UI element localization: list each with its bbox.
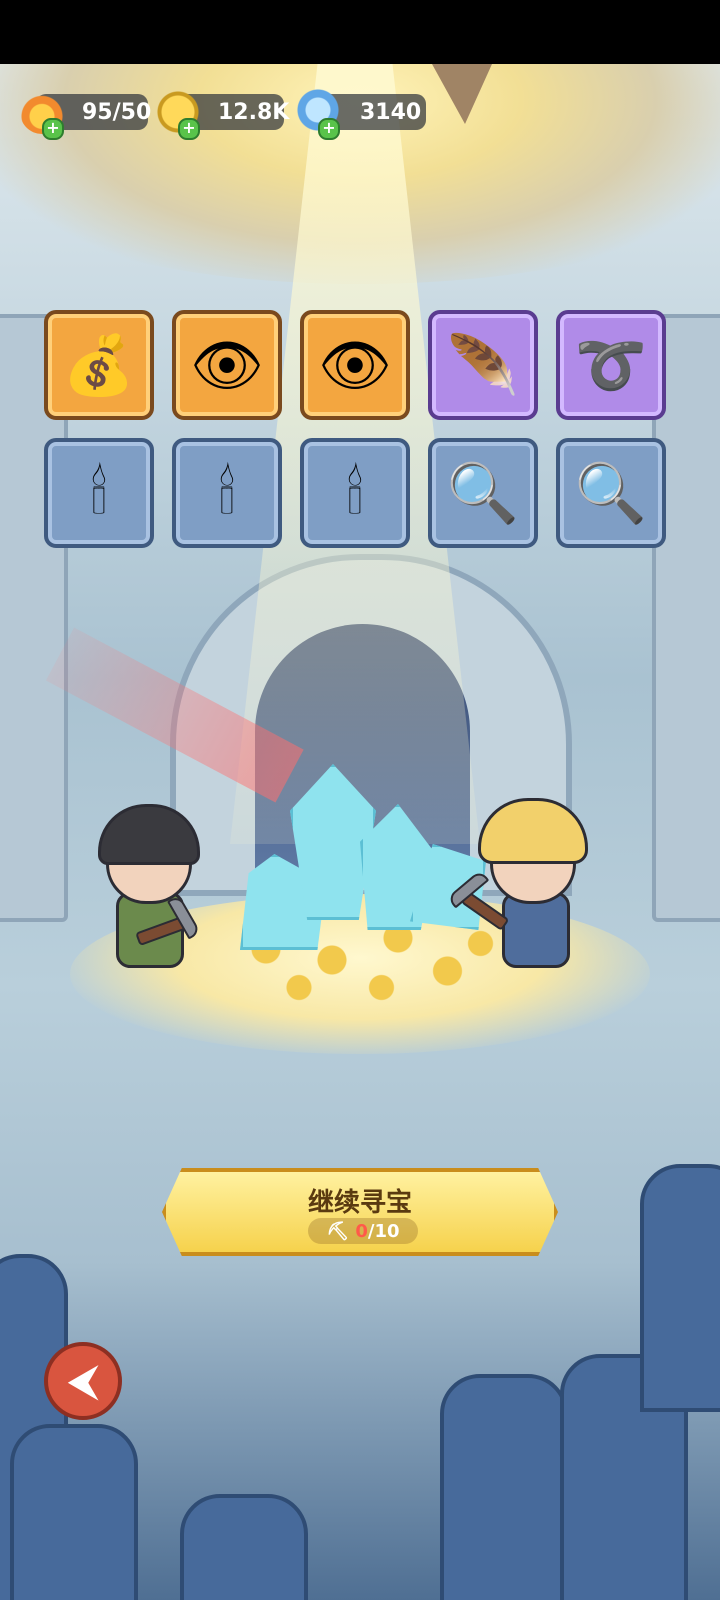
reward-item-slot[interactable]: 💰: [44, 310, 154, 420]
gem-value: 3140: [360, 99, 422, 125]
rock: [640, 1164, 720, 1412]
continue-button-label: 继续寻宝: [307, 1188, 412, 1218]
reward-item-slot[interactable]: 🔍: [428, 438, 538, 548]
eye-tome-icon: 👁: [318, 330, 392, 399]
reward-item-slot[interactable]: 🕯: [172, 438, 282, 548]
energy-value: 95/50: [82, 99, 152, 125]
back-button[interactable]: ⮜: [44, 1342, 122, 1420]
pickaxe-icon: ⛏: [326, 1220, 350, 1242]
continue-treasure-hunt-button[interactable]: 继续寻宝 ⛏ 0 /10: [162, 1168, 558, 1256]
candle-icon: 🕯: [218, 458, 236, 527]
add-energy-icon[interactable]: +: [42, 118, 64, 140]
rock: [10, 1424, 138, 1600]
reward-item-slot[interactable]: 🕯: [44, 438, 154, 548]
miner-character-right: [446, 798, 600, 984]
candle-icon: 🕯: [346, 458, 364, 527]
treasure-chest-icon: 💰: [62, 330, 136, 399]
pickaxe-cost: ⛏ 0 /10: [308, 1218, 418, 1244]
reward-item-slot[interactable]: 🔍: [556, 438, 666, 548]
reward-item-slot[interactable]: ➰: [556, 310, 666, 420]
feather-icon: 🪶: [446, 330, 520, 399]
vine-ring-icon: ➰: [574, 330, 648, 399]
eye-tome-icon: 👁: [190, 330, 264, 399]
reward-item-slot[interactable]: 👁: [300, 310, 410, 420]
rock: [180, 1494, 308, 1600]
reward-item-slot[interactable]: 🪶: [428, 310, 538, 420]
back-arrow-icon: ⮜: [68, 1358, 98, 1404]
rock: [440, 1374, 568, 1600]
reward-item-slot[interactable]: 🕯: [300, 438, 410, 548]
gold-value: 12.8K: [218, 99, 290, 125]
reward-item-slot[interactable]: 👁: [172, 310, 282, 420]
pocket-mirror-icon: 🔍: [574, 458, 648, 527]
status-bar: [0, 0, 720, 64]
pickaxe-cost-current: 0: [355, 1220, 368, 1242]
candle-icon: 🕯: [90, 458, 108, 527]
pickaxe-cost-total: /10: [367, 1220, 400, 1242]
pocket-mirror-icon: 🔍: [446, 458, 520, 527]
miner-character-left: [96, 804, 216, 984]
add-gem-icon[interactable]: +: [318, 118, 340, 140]
add-gold-icon[interactable]: +: [178, 118, 200, 140]
